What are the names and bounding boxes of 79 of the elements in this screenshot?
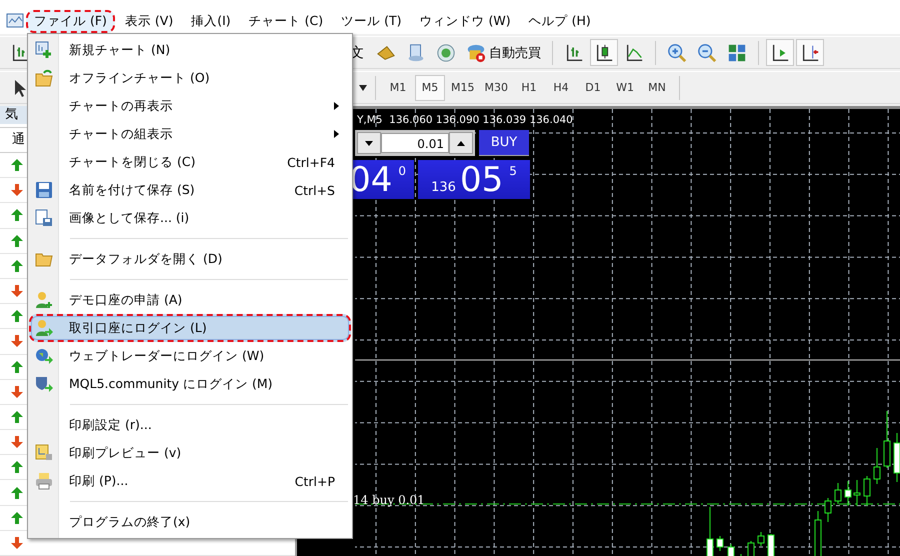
timeframe-button[interactable]: M30	[480, 74, 512, 100]
bar-chart-icon	[564, 42, 584, 62]
chart-shift-icon	[800, 42, 820, 62]
shortcut-label: Ctrl+P	[294, 474, 335, 488]
toolbar-button[interactable]	[796, 39, 824, 66]
order-line-label: 14 buy 0.01	[353, 493, 425, 507]
globe-login-icon	[35, 347, 53, 365]
caret-icon	[358, 84, 368, 92]
folder-icon	[35, 69, 53, 87]
app-icon	[6, 13, 24, 29]
candlestick	[716, 536, 724, 552]
decrease-button[interactable]	[357, 132, 381, 154]
up-caret-icon	[457, 140, 465, 146]
autotrade-button[interactable]: 自動売買	[462, 39, 545, 66]
chart-header: Y,M5 136.060 136.090 136.039 136.040	[357, 114, 573, 126]
toolbar-button[interactable]	[590, 39, 618, 66]
menu-item[interactable]: 印刷設定 (r)...	[29, 411, 351, 439]
bar-chart-icon	[10, 42, 30, 62]
menu-item[interactable]: ウィンドウ (W)	[412, 10, 519, 32]
timeframe-button[interactable]: M1	[383, 74, 413, 100]
menu-item[interactable]: 挿入(I)	[183, 10, 239, 32]
candlestick	[844, 480, 852, 506]
menu-item[interactable]: チャート (C)	[240, 10, 332, 32]
down-caret-icon	[365, 140, 373, 146]
candlestick	[884, 410, 890, 468]
candlestick	[758, 532, 764, 546]
printer-icon	[35, 472, 53, 490]
autoscroll-icon	[770, 42, 790, 62]
menu-item[interactable]: 画像として保存... (i)	[29, 204, 351, 232]
menu-item[interactable]: ツール (T)	[333, 10, 410, 32]
candlestick	[864, 476, 870, 506]
line-chart-icon	[624, 42, 644, 62]
menu-item[interactable]: オフラインチャート (O)	[29, 64, 351, 92]
zoom-out-icon	[697, 42, 717, 62]
menu-item[interactable]: MQL5.community にログイン (M)	[29, 370, 351, 398]
candlestick	[854, 480, 860, 506]
lot-field[interactable]: 0.01	[381, 133, 449, 153]
menu-item[interactable]: ウェブトレーダーにログイン (W)	[29, 342, 351, 370]
menu-item[interactable]: ファイル (F)	[26, 10, 115, 32]
menu-item[interactable]: データフォルダを開く (D)	[29, 245, 351, 273]
menu-item[interactable]: デモ口座の申請 (A)	[29, 286, 351, 314]
timeframe-button[interactable]: M15	[447, 74, 478, 100]
menu-item[interactable]: プログラムの終了(x)	[29, 508, 351, 536]
lot-spinner[interactable]: 0.01	[355, 130, 475, 156]
robot-stop-icon	[466, 42, 486, 62]
candlestick-icon	[594, 42, 614, 62]
menu-item[interactable]: 新規チャート (N)	[29, 36, 351, 64]
buy-button[interactable]: BUY	[479, 130, 529, 156]
candlestick	[894, 432, 900, 482]
candlestick	[834, 482, 842, 504]
menu-item[interactable]: 取引口座にログイン (L)	[29, 314, 351, 342]
candlestick	[740, 554, 742, 556]
zoom-in-icon	[667, 42, 687, 62]
increase-button[interactable]	[449, 132, 473, 154]
chart-save-icon	[35, 209, 53, 227]
toolbar-button[interactable]	[766, 39, 794, 66]
new-chart-icon	[35, 41, 53, 59]
user-icon	[35, 291, 53, 309]
menu-item[interactable]: 印刷 (P)... Ctrl+P	[29, 467, 351, 495]
candlestick	[706, 506, 714, 556]
timeframe-button[interactable]: D1	[578, 74, 608, 100]
timeframe-button[interactable]: MN	[642, 74, 672, 100]
candlestick	[824, 498, 832, 522]
timeframe-button[interactable]: H1	[514, 74, 544, 100]
cursor-icon	[14, 78, 26, 96]
candlestick	[768, 534, 774, 556]
menu-item[interactable]: ヘルプ (H)	[520, 10, 599, 32]
shortcut-label: Ctrl+S	[294, 182, 335, 198]
menu-item[interactable]: 印刷プレビュー (v)	[29, 439, 351, 467]
timeframe-button[interactable]: H4	[546, 74, 576, 100]
timeframe-button[interactable]: M5	[415, 74, 445, 100]
candlestick	[874, 448, 880, 484]
candlestick	[728, 544, 734, 556]
print-preview-icon	[35, 444, 53, 462]
user-login-icon	[35, 319, 53, 337]
timeframe-button[interactable]: W1	[610, 74, 640, 100]
shield-login-icon	[35, 375, 53, 393]
tile-windows-icon	[727, 42, 747, 62]
menu-item[interactable]: 表示 (V)	[116, 10, 182, 32]
